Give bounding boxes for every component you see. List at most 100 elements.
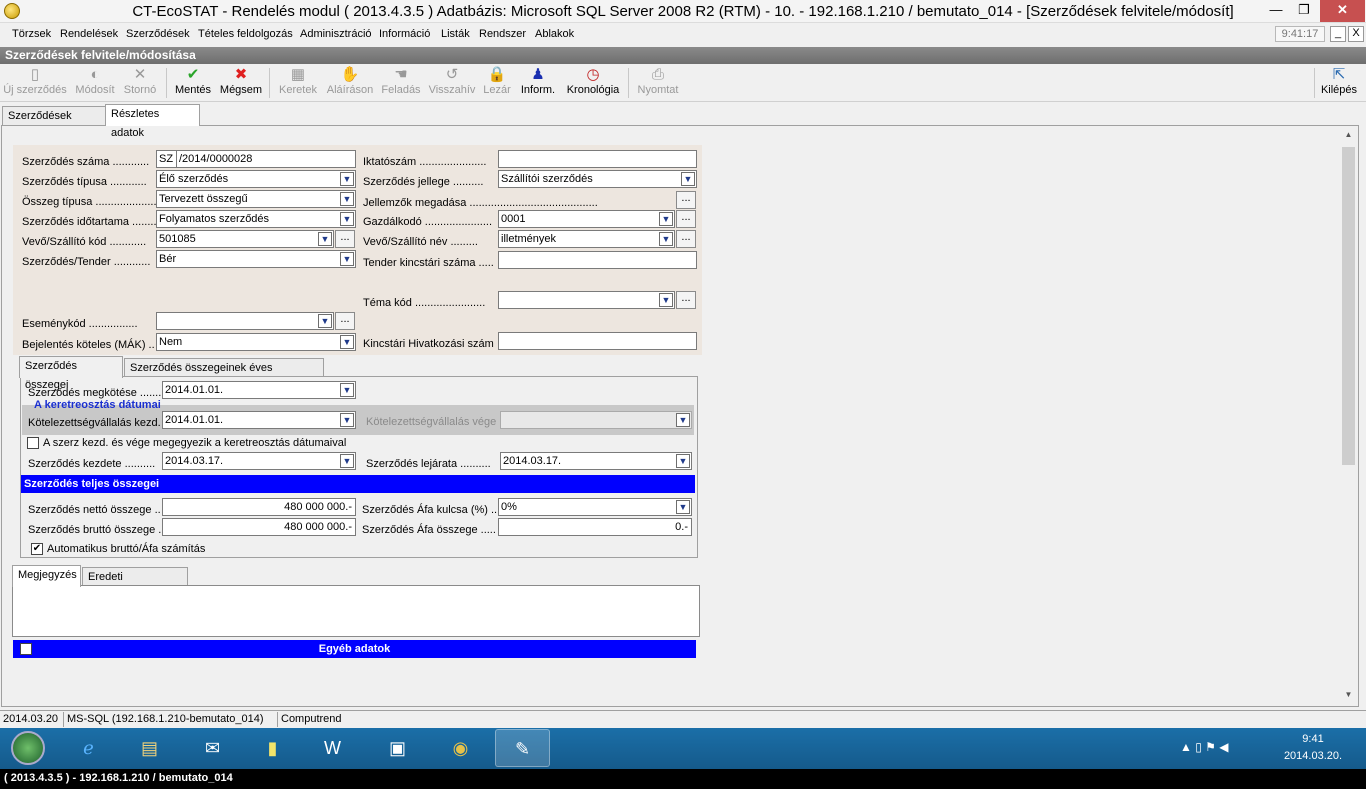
- menu-szerzodesek[interactable]: Szerződések: [126, 28, 190, 40]
- chronology-button[interactable]: ◷ Kronológia: [565, 66, 621, 100]
- topic-code-select[interactable]: ▼: [498, 291, 675, 309]
- save-button[interactable]: ✔ Mentés: [172, 66, 214, 100]
- contract-number-prefix-input[interactable]: SZ: [156, 150, 177, 168]
- expiry-date-picker[interactable]: 2014.03.17. ▼: [500, 452, 692, 470]
- chevron-down-icon[interactable]: ▼: [676, 454, 690, 468]
- coins-app-task[interactable]: ◉: [433, 729, 488, 767]
- contract-type-select[interactable]: Élő szerződés ▼: [156, 170, 356, 188]
- menu-rendelesek[interactable]: Rendelések: [60, 28, 118, 40]
- partner-code-select[interactable]: 501085 ▼: [156, 230, 334, 248]
- menu-rendszer[interactable]: Rendszer: [479, 28, 526, 40]
- system-tray-icons[interactable]: ▲ ▯ ⚑ ◀: [1180, 740, 1228, 754]
- chevron-down-icon[interactable]: ▼: [676, 500, 690, 514]
- menu-adminisztracio[interactable]: Adminisztráció: [300, 28, 372, 40]
- chevron-down-icon[interactable]: ▼: [659, 212, 673, 226]
- mdi-minimize-button[interactable]: _: [1330, 26, 1346, 42]
- chevron-down-icon[interactable]: ▼: [318, 232, 332, 246]
- topic-code-browse-button[interactable]: ...: [676, 291, 696, 309]
- mak-report-select[interactable]: Nem ▼: [156, 333, 356, 351]
- new-contract-button[interactable]: ▯ Új szerződés: [2, 66, 68, 100]
- commitment-end-picker[interactable]: ▼: [500, 411, 692, 429]
- duration-select[interactable]: Folyamatos szerződés ▼: [156, 210, 356, 228]
- cancel-button[interactable]: ✖ Mégsem: [219, 66, 263, 100]
- word-task[interactable]: W: [305, 729, 360, 767]
- notes-task[interactable]: ▮: [245, 729, 300, 767]
- tab-note[interactable]: Megjegyzés: [12, 565, 81, 587]
- recall-button[interactable]: ↺ Visszahív: [428, 66, 476, 100]
- event-code-browse-button[interactable]: ...: [335, 312, 355, 330]
- modify-button[interactable]: ◐ Módosít: [72, 66, 118, 100]
- chevron-down-icon[interactable]: ▼: [340, 454, 354, 468]
- minimize-button[interactable]: —: [1262, 0, 1290, 22]
- tender-select[interactable]: Bér ▼: [156, 250, 356, 268]
- partner-code-browse-button[interactable]: ...: [335, 230, 355, 248]
- commitment-start-picker[interactable]: 2014.01.01. ▼: [162, 411, 356, 429]
- exit-button[interactable]: ⇱ Kilépés: [1318, 66, 1360, 100]
- chevron-down-icon[interactable]: ▼: [340, 383, 354, 397]
- tab-yearly-allocation[interactable]: Szerződés összegeinek éves felosztása: [124, 358, 324, 393]
- partner-name-select[interactable]: illetmények ▼: [498, 230, 675, 248]
- scrollbar-thumb[interactable]: [1342, 147, 1355, 465]
- chevron-down-icon[interactable]: ▼: [659, 293, 673, 307]
- other-data-header[interactable]: Egyéb adatok: [13, 640, 696, 658]
- filing-number-input[interactable]: [498, 150, 697, 168]
- chevron-down-icon[interactable]: ▼: [340, 413, 354, 427]
- contract-number-input[interactable]: /2014/0000028: [176, 150, 356, 168]
- internet-explorer-task[interactable]: ℯ: [61, 729, 116, 767]
- net-amount-input[interactable]: 480 000 000.-: [162, 498, 356, 516]
- contract-nature-select[interactable]: Szállítói szerződés ▼: [498, 170, 697, 188]
- tab-original-note[interactable]: Eredeti megjegyzés: [82, 567, 188, 602]
- chevron-down-icon[interactable]: ▼: [681, 172, 695, 186]
- tab-contract-amounts[interactable]: Szerződés összegei: [19, 356, 123, 391]
- tray-time[interactable]: 9:41: [1285, 733, 1341, 745]
- menu-informacio[interactable]: Információ: [379, 28, 430, 40]
- chevron-down-icon[interactable]: ▼: [340, 192, 354, 206]
- maximize-button[interactable]: ❐: [1290, 0, 1318, 22]
- conclusion-date-picker[interactable]: 2014.01.01. ▼: [162, 381, 356, 399]
- auto-calc-checkbox[interactable]: ✔: [31, 543, 43, 555]
- save-app-task[interactable]: ▣: [370, 729, 425, 767]
- characteristics-browse-button[interactable]: ...: [676, 191, 696, 209]
- submit-button[interactable]: ☚ Feladás: [381, 66, 421, 100]
- storno-button[interactable]: ✕ Stornó: [121, 66, 159, 100]
- file-explorer-task[interactable]: ▤: [122, 729, 177, 767]
- tab-details[interactable]: Részletes adatok: [105, 104, 200, 139]
- chevron-down-icon[interactable]: ▼: [676, 413, 690, 427]
- for-signature-button[interactable]: ✋ Aláíráson: [326, 66, 374, 100]
- menu-torzsek[interactable]: Törzsek: [12, 28, 51, 40]
- lock-button[interactable]: 🔒 Lezár: [482, 66, 512, 100]
- frames-button[interactable]: ▦ Keretek: [276, 66, 320, 100]
- event-code-select[interactable]: ▼: [156, 312, 334, 330]
- organisation-browse-button[interactable]: ...: [676, 210, 696, 228]
- outlook-task[interactable]: ✉: [185, 729, 240, 767]
- chevron-down-icon[interactable]: ▼: [659, 232, 673, 246]
- tray-date[interactable]: 2014.03.20.: [1278, 750, 1348, 762]
- tab-contract-list[interactable]: Szerződések listája: [2, 106, 106, 141]
- menu-ablakok[interactable]: Ablakok: [535, 28, 574, 40]
- print-button[interactable]: ⎙ Nyomtat: [635, 66, 681, 100]
- vat-amount-input[interactable]: 0.-: [498, 518, 692, 536]
- scroll-up-arrow-icon[interactable]: ▲: [1340, 130, 1357, 142]
- partner-name-browse-button[interactable]: ...: [676, 230, 696, 248]
- close-button[interactable]: ✕: [1320, 0, 1365, 22]
- menu-listak[interactable]: Listák: [441, 28, 470, 40]
- treasury-reference-input[interactable]: [498, 332, 697, 350]
- start-button[interactable]: [3, 729, 53, 767]
- dates-match-checkbox[interactable]: [27, 437, 39, 449]
- amount-type-select[interactable]: Tervezett összegű ▼: [156, 190, 356, 208]
- chevron-down-icon[interactable]: ▼: [340, 252, 354, 266]
- menu-teteles[interactable]: Tételes feldolgozás: [198, 28, 293, 40]
- chevron-down-icon[interactable]: ▼: [318, 314, 332, 328]
- start-date-picker[interactable]: 2014.03.17. ▼: [162, 452, 356, 470]
- chevron-down-icon[interactable]: ▼: [340, 335, 354, 349]
- gross-amount-input[interactable]: 480 000 000.-: [162, 518, 356, 536]
- scroll-down-arrow-icon[interactable]: ▼: [1340, 690, 1357, 702]
- chevron-down-icon[interactable]: ▼: [340, 172, 354, 186]
- other-data-expand-checkbox[interactable]: [20, 643, 32, 655]
- tender-treasury-number-input[interactable]: [498, 251, 697, 269]
- ecostat-task[interactable]: ✎: [495, 729, 550, 767]
- mdi-close-button[interactable]: X: [1348, 26, 1364, 42]
- info-button[interactable]: ♟ Inform.: [518, 66, 558, 100]
- organisation-select[interactable]: 0001 ▼: [498, 210, 675, 228]
- vat-rate-select[interactable]: 0% ▼: [498, 498, 692, 516]
